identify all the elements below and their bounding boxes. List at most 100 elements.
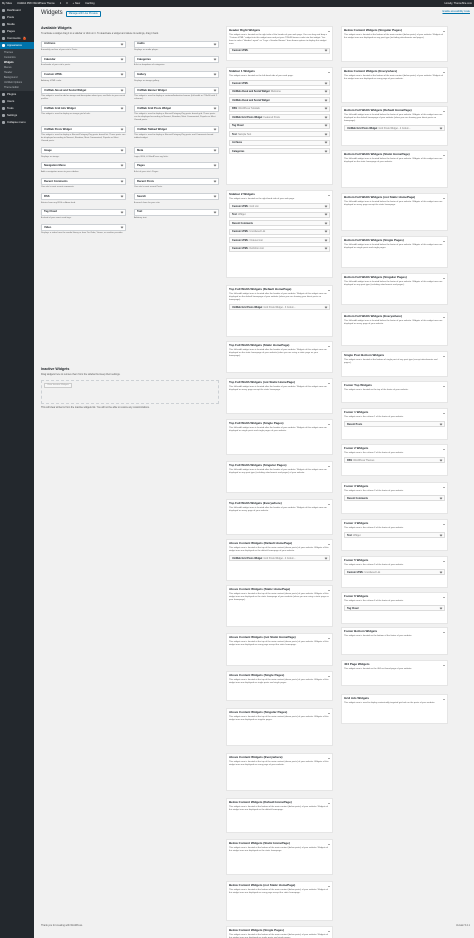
widget-area-above-content-widgets-static-homepage[interactable]: Above Content Widgets (Static HomePage) T… [226, 585, 333, 627]
widget-area-above-content-widgets-single-pages[interactable]: Above Content Widgets (Single Pages) This… [226, 671, 333, 701]
chevron-down-icon[interactable] [120, 210, 124, 213]
sidebar-item-plugins[interactable]: Plugins [0, 91, 34, 98]
collapse-arrow-icon[interactable] [328, 930, 330, 932]
widget-area-footer-top-widgets[interactable]: Footer Top Widgets This widget area is lo… [341, 381, 448, 403]
widget-archives[interactable]: Archives [41, 40, 126, 48]
widget-area-below-content-widgets-default-homepage[interactable]: Below Content Widgets (Default HomePage)… [226, 798, 333, 833]
placed-widget-categories[interactable]: Categories [229, 148, 330, 155]
collapse-arrow-icon[interactable] [443, 523, 445, 525]
sidebar-item-posts[interactable]: Posts [0, 14, 34, 21]
placed-widget-recent-posts[interactable]: Recent Posts [344, 421, 445, 428]
chevron-down-icon[interactable] [120, 225, 124, 229]
placed-widget-text[interactable]: Text: Sample Text [229, 131, 330, 138]
chevron-down-icon[interactable] [324, 229, 328, 233]
chevron-down-icon[interactable] [324, 305, 328, 308]
collapse-arrow-icon[interactable] [443, 277, 445, 279]
collapse-arrow-icon[interactable] [443, 486, 445, 488]
widget-pages[interactable]: Pages [134, 162, 219, 170]
collapse-arrow-icon[interactable] [443, 664, 445, 666]
chevron-down-icon[interactable] [324, 89, 328, 93]
sidebar-item-comments[interactable]: Comments 1 [0, 35, 34, 42]
widget-area-top-full-width-widgets-default-homepage[interactable]: Top Full Width Widgets (Default HomePage… [226, 285, 333, 337]
clear-inactive-button[interactable]: Clear Inactive Widgets [44, 382, 72, 389]
widget-area-top-full-width-widgets-static-homepage[interactable]: Top Full Width Widgets (Static HomePage)… [226, 341, 333, 373]
placed-widget-tag-cloud[interactable]: Tag Cloud [229, 122, 330, 129]
chevron-down-icon[interactable] [213, 210, 217, 213]
adminbar-item[interactable]: 0 [66, 2, 67, 5]
sidebar-item-media[interactable]: Media [0, 21, 34, 28]
collapse-arrow-icon[interactable] [328, 465, 330, 467]
widget-area-above-content-widgets-singular-pages[interactable]: Above Content Widgets (Singular Pages) Th… [226, 708, 333, 746]
widget-uniweb-about-and-social-widget[interactable]: UniWeb About and Social Widget [41, 86, 126, 94]
adminbar-item[interactable]: Caching [85, 2, 95, 5]
collapse-arrow-icon[interactable] [443, 71, 445, 73]
collapse-arrow-icon[interactable] [328, 382, 330, 384]
chevron-down-icon[interactable] [120, 148, 124, 152]
submenu-item-theme-editor[interactable]: Theme Editor [0, 85, 34, 90]
widget-search[interactable]: Search [134, 193, 219, 201]
placed-widget-uniweb-grid-posts-widget[interactable]: UniWeb Grid Posts Widget: Grid Posts Wid… [344, 125, 445, 132]
chevron-down-icon[interactable] [439, 570, 443, 574]
widget-gallery[interactable]: Gallery [134, 71, 219, 79]
chevron-down-icon[interactable] [213, 72, 217, 76]
widget-area-footer-2-widgets[interactable]: Footer 2 Widgets This widget area is the … [341, 444, 448, 476]
chevron-down-icon[interactable] [324, 81, 328, 85]
widget-rss[interactable]: RSS [41, 193, 126, 201]
collapse-arrow-icon[interactable] [328, 345, 330, 347]
widget-area-footer-1-widgets[interactable]: Footer 1 Widgets This widget area is the … [341, 408, 448, 440]
placed-widget-rss[interactable]: RSS: WordPress Themes [344, 457, 445, 464]
chevron-down-icon[interactable] [439, 533, 443, 537]
widget-area-top-full-width-widgets-everywhere[interactable]: Top Full Width Widgets (Everywhere) This … [226, 499, 333, 535]
widget-text[interactable]: Text [134, 208, 219, 216]
chevron-down-icon[interactable] [439, 126, 443, 129]
chevron-down-icon[interactable] [324, 246, 328, 250]
widget-categories[interactable]: Categories [134, 55, 219, 63]
widget-area-bottom-full-width-widgets-default-homepage[interactable]: Bottom Full Width Widgets (Default HomeP… [341, 106, 448, 146]
widget-meta[interactable]: Meta [134, 147, 219, 155]
widget-navigation-menu[interactable]: Navigation Menu [41, 162, 126, 170]
chevron-down-icon[interactable] [439, 496, 443, 500]
widget-area-below-content-widgets-single-pages[interactable]: Below Content Widgets (Single Pages) This… [226, 926, 333, 938]
chevron-down-icon[interactable] [120, 72, 124, 76]
widget-audio[interactable]: Audio [134, 40, 219, 48]
chevron-down-icon[interactable] [120, 127, 124, 131]
chevron-down-icon[interactable] [213, 88, 217, 92]
collapse-arrow-icon[interactable] [443, 110, 445, 112]
adminbar-item[interactable]: UniWeb PRO WordPress Theme [17, 2, 55, 5]
chevron-down-icon[interactable] [213, 194, 217, 198]
chevron-down-icon[interactable] [213, 179, 217, 183]
widget-area-below-content-widgets-singular-pages[interactable]: Below Content Widgets (Singular Pages) Th… [341, 26, 448, 62]
chevron-down-icon[interactable] [324, 149, 328, 153]
collapse-arrow-icon[interactable] [443, 316, 445, 318]
chevron-down-icon[interactable] [324, 49, 328, 52]
widget-area-bottom-full-width-widgets-not-static-homepage[interactable]: Bottom Full Width Widgets (not Static Ho… [341, 193, 448, 231]
placed-widget-tag-cloud[interactable]: Tag Cloud [344, 605, 445, 612]
sidebar-item-tools[interactable]: Tools [0, 105, 34, 112]
collapse-arrow-icon[interactable] [443, 560, 445, 562]
collapse-arrow-icon[interactable] [328, 589, 330, 591]
widget-calendar[interactable]: Calendar [41, 55, 126, 63]
widget-area-below-content-widgets-everywhere[interactable]: Below Content Widgets (Everywhere) This w… [341, 67, 448, 103]
collapse-arrow-icon[interactable] [443, 154, 445, 156]
chevron-down-icon[interactable] [120, 88, 124, 92]
widget-area-above-content-widgets-everywhere[interactable]: Above Content Widgets (Everywhere) This w… [226, 753, 333, 791]
chevron-down-icon[interactable] [120, 194, 124, 198]
sidebar-item-collapse-menu[interactable]: Collapse menu [0, 119, 34, 126]
adminbar-item[interactable]: My Sites [2, 2, 12, 5]
widget-uniweb-grid-posts-widget[interactable]: UniWeb Grid Posts Widget [134, 104, 219, 112]
widget-uniweb-banner-widget[interactable]: UniWeb Banner Widget [134, 86, 219, 94]
widget-video[interactable]: Video [41, 223, 126, 231]
chevron-down-icon[interactable] [324, 140, 328, 144]
adminbar-item[interactable]: 1 [60, 2, 61, 5]
inactive-widgets-dropzone[interactable]: Clear Inactive Widgets [41, 379, 219, 404]
collapse-arrow-icon[interactable] [328, 757, 330, 759]
placed-widget-recent-comments[interactable]: Recent Comments [229, 220, 330, 227]
widget-area-404-page-widgets[interactable]: 404 Page Widgets This widget area is loca… [341, 660, 448, 686]
widget-area-below-content-widgets-not-static-homepage[interactable]: Below Content Widgets (not Static HomePa… [226, 881, 333, 921]
widget-area-footer-6-widgets[interactable]: Footer 6 Widgets This widget area is the … [341, 592, 448, 624]
chevron-down-icon[interactable] [120, 42, 124, 46]
collapse-arrow-icon[interactable] [443, 30, 445, 32]
widget-area-header-right-widgets[interactable]: Header Right Widgets This widget area is … [226, 26, 333, 61]
manage-live-preview-button[interactable]: Manage with Live Preview [65, 10, 101, 18]
chevron-down-icon[interactable] [324, 132, 328, 136]
